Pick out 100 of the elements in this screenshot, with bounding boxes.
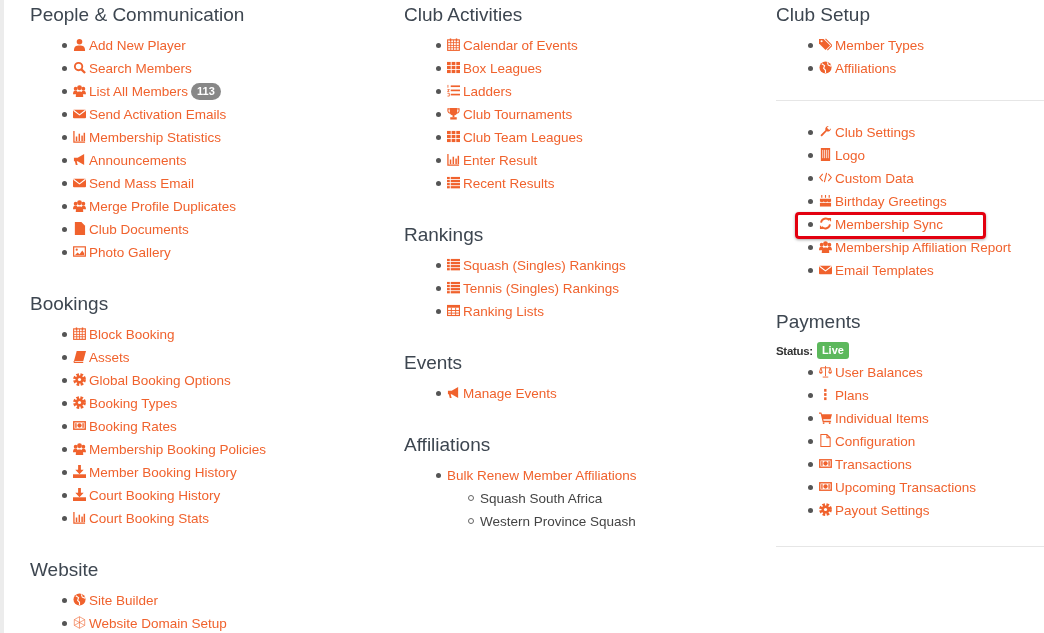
gear-icon	[73, 373, 86, 386]
banknote-icon	[819, 480, 832, 493]
menu-link[interactable]: Configuration	[819, 434, 916, 449]
menu-link[interactable]: Court Booking History	[73, 488, 221, 503]
bullet	[62, 469, 67, 475]
download-icon	[73, 488, 86, 501]
menu-link[interactable]: Custom Data	[819, 171, 914, 186]
menu-link[interactable]: Tennis (Singles) Rankings	[447, 281, 620, 296]
bullet	[62, 354, 67, 360]
menu-link[interactable]: Member Types	[819, 38, 925, 53]
menu-link[interactable]: Merge Profile Duplicates	[73, 199, 237, 214]
affiliation-name: Squash South Africa	[480, 491, 603, 506]
menu-link[interactable]: Photo Gallery	[73, 245, 171, 260]
menu-link[interactable]: Club Tournaments	[447, 107, 573, 122]
bullet	[808, 221, 813, 227]
building-icon	[819, 148, 832, 161]
menu-link[interactable]: Box Leagues	[447, 61, 542, 76]
menu-link[interactable]: Court Booking Stats	[73, 511, 210, 526]
code-icon	[819, 171, 832, 184]
menu-link[interactable]: Announcements	[73, 153, 187, 168]
menu-link[interactable]: Bulk Renew Member Affiliations	[447, 468, 637, 483]
people-icon	[819, 240, 832, 253]
menu-link[interactable]: Site Builder	[73, 593, 159, 608]
bullet	[436, 65, 441, 71]
menu-link[interactable]: Ranking Lists	[447, 304, 545, 319]
menu-link[interactable]: Enter Result	[447, 153, 538, 168]
bullet	[62, 65, 67, 71]
bullet	[62, 111, 67, 117]
menu-link[interactable]: Payout Settings	[819, 503, 930, 518]
wrench-icon	[819, 125, 832, 138]
menu-link[interactable]: Club Settings	[819, 125, 916, 140]
bullet	[808, 152, 813, 158]
menu-link[interactable]: List All Members	[73, 84, 189, 99]
menu-link[interactable]: User Balances	[819, 365, 923, 380]
bullet	[808, 198, 813, 204]
bullet	[436, 157, 441, 163]
list-icon	[447, 258, 460, 271]
affiliation-name: Western Province Squash	[480, 514, 636, 529]
menu-link[interactable]: Club Team Leagues	[447, 130, 583, 145]
menu-link[interactable]: Global Booking Options	[73, 373, 231, 388]
file-icon	[73, 222, 86, 235]
book-icon	[73, 350, 86, 363]
bullet	[62, 157, 67, 163]
bullet	[62, 377, 67, 383]
bullet	[62, 42, 67, 48]
bullet	[436, 472, 441, 478]
bullet	[62, 620, 67, 626]
bullet	[62, 515, 67, 521]
megaphone-icon	[73, 153, 86, 166]
menu-link[interactable]: Club Documents	[73, 222, 189, 237]
menu-link[interactable]: Transactions	[819, 457, 912, 472]
menu-link[interactable]: Search Members	[73, 61, 192, 76]
menu-link[interactable]: Add New Player	[73, 38, 186, 53]
bullet	[808, 175, 813, 181]
menu-link[interactable]: Calendar of Events	[447, 38, 578, 53]
bullet	[808, 42, 813, 48]
menu-link[interactable]: Email Templates	[819, 263, 934, 278]
bullet	[808, 244, 813, 250]
list-icon	[447, 176, 460, 189]
menu-link[interactable]: Send Activation Emails	[73, 107, 227, 122]
menu-link[interactable]: Plans	[819, 388, 869, 403]
menu-link[interactable]: Website Domain Setup	[73, 616, 227, 631]
bullet	[808, 507, 813, 513]
banknote-icon	[819, 457, 832, 470]
bullet	[436, 285, 441, 291]
menu-link[interactable]: Membership Affiliation Report	[819, 240, 1012, 255]
menu-link[interactable]: Membership Statistics	[73, 130, 222, 145]
menu-link[interactable]: Block Booking	[73, 327, 175, 342]
menu-link[interactable]: Member Booking History	[73, 465, 237, 480]
menu-link[interactable]: Squash (Singles) Rankings	[447, 258, 626, 273]
refresh-icon	[819, 217, 832, 230]
gear-icon	[73, 396, 86, 409]
bullet	[808, 392, 813, 398]
cake-icon	[819, 194, 832, 207]
calendar-icon	[447, 38, 460, 51]
menu-link[interactable]: Membership Sync	[819, 217, 944, 232]
image-icon	[73, 245, 86, 258]
menu-link[interactable]: Affiliations	[819, 61, 897, 76]
section-heading: Events	[404, 351, 464, 375]
menu-link[interactable]: Recent Results	[447, 176, 555, 191]
menu-link[interactable]: Logo	[819, 148, 866, 163]
menu-link[interactable]: Assets	[73, 350, 130, 365]
menu-link[interactable]: Manage Events	[447, 386, 557, 401]
menu-link[interactable]: Booking Types	[73, 396, 178, 411]
menu-link[interactable]: Membership Booking Policies	[73, 442, 267, 457]
menu-link[interactable]: Upcoming Transactions	[819, 480, 977, 495]
bullet	[808, 438, 813, 444]
bullet	[808, 415, 813, 421]
menu-link[interactable]: Send Mass Email	[73, 176, 195, 191]
trophy-icon	[447, 107, 460, 120]
document-icon	[819, 434, 832, 447]
menu-link[interactable]: Individual Items	[819, 411, 929, 426]
cart-icon	[819, 411, 832, 424]
count-badge: 113	[191, 83, 221, 100]
menu-link[interactable]: Booking Rates	[73, 419, 177, 434]
bullet	[808, 65, 813, 71]
bullet	[436, 111, 441, 117]
people-icon	[73, 442, 86, 455]
menu-link[interactable]: Birthday Greetings	[819, 194, 947, 209]
menu-link[interactable]: Ladders	[447, 84, 512, 99]
